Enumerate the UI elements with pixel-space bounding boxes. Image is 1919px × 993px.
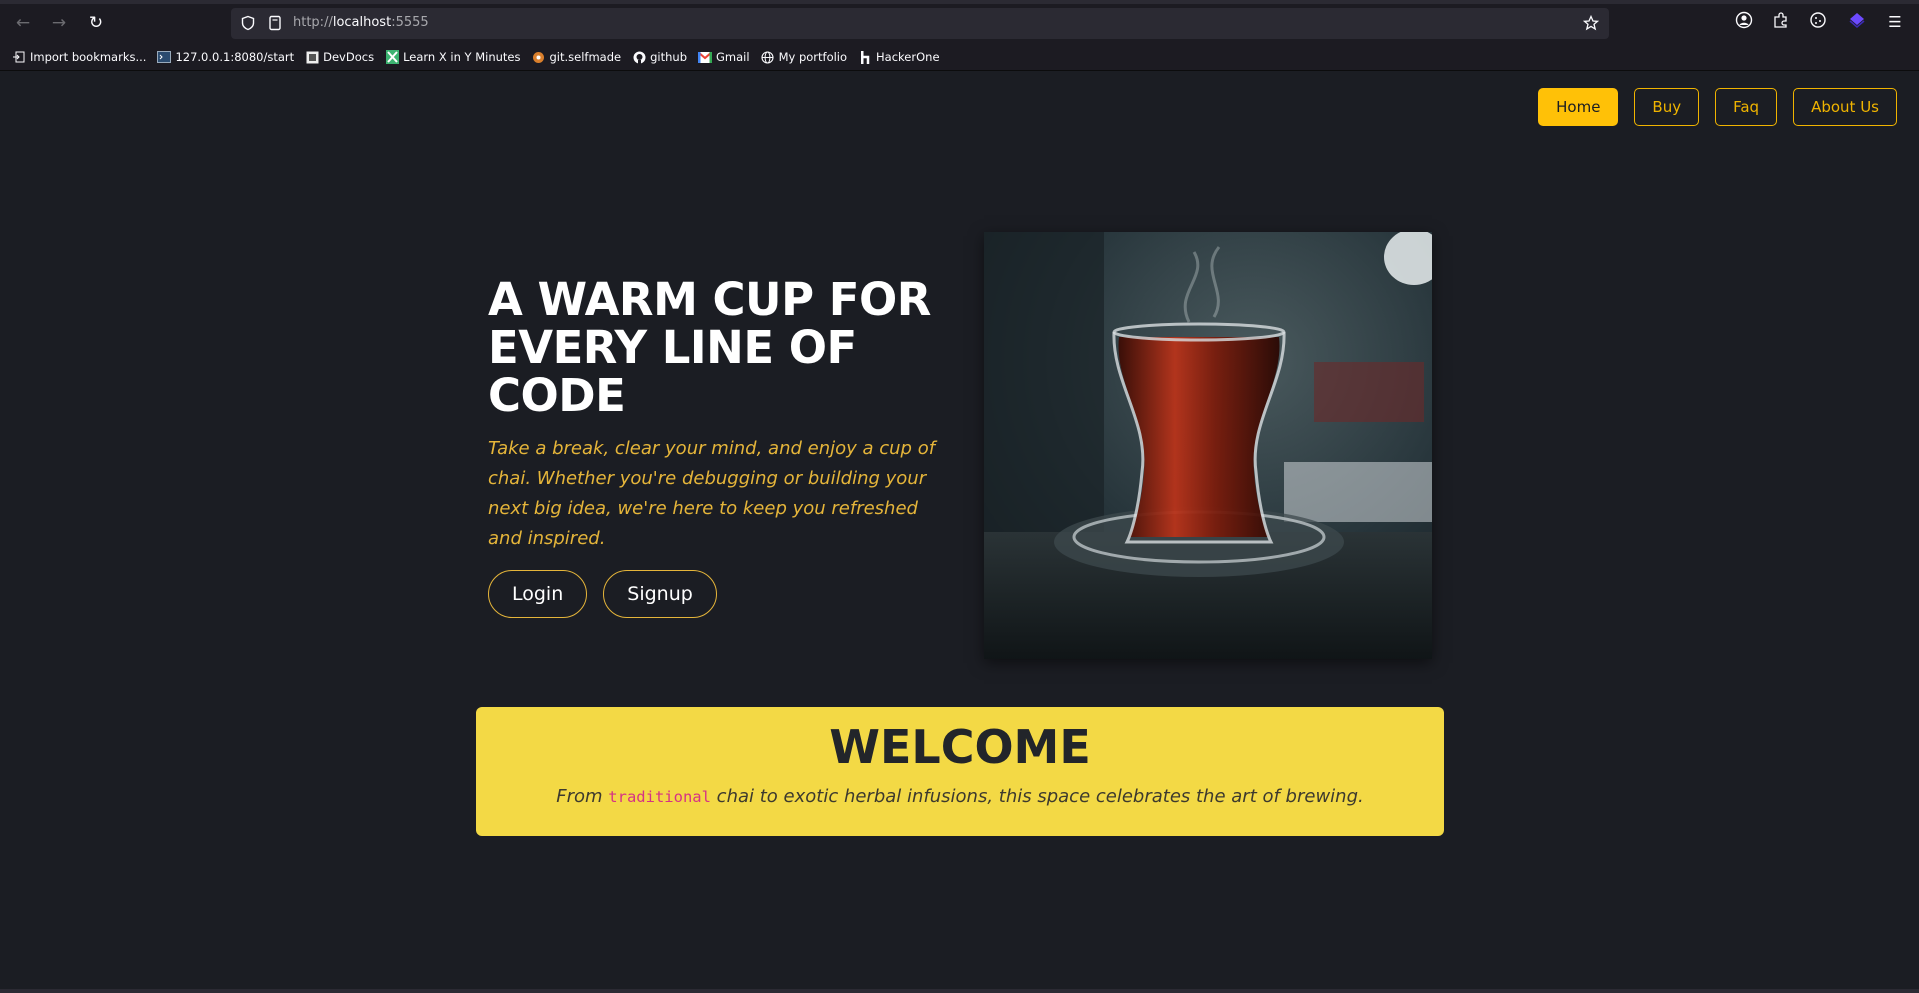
account-icon[interactable]	[1733, 11, 1755, 33]
url-port: :5555	[391, 15, 429, 30]
import-icon	[12, 50, 26, 64]
github-icon	[632, 50, 646, 64]
globe-icon	[761, 50, 775, 64]
bookmark-label: Learn X in Y Minutes	[403, 50, 521, 64]
nav-about-button[interactable]: About Us	[1793, 88, 1897, 126]
bookmark-item[interactable]: My portfolio	[761, 50, 847, 64]
git-icon	[532, 50, 546, 64]
devdocs-icon	[305, 50, 319, 64]
welcome-card: WELCOME From traditional chai to exotic …	[476, 707, 1444, 836]
bookmark-label: HackerOne	[876, 50, 940, 64]
extensions-icon[interactable]	[1770, 11, 1792, 33]
bookmark-label: Import bookmarks...	[30, 50, 147, 64]
url-text[interactable]: http://localhost:5555	[293, 14, 429, 32]
bookmark-label: 127.0.0.1:8080/start	[175, 50, 295, 64]
bookmark-label: Gmail	[716, 50, 750, 64]
hero-subtitle: Take a break, clear your mind, and enjoy…	[488, 438, 936, 549]
bookmark-item[interactable]: HackerOne	[858, 50, 940, 64]
bookmark-label: My portfolio	[778, 50, 848, 64]
bookmark-item[interactable]: 127.0.0.1:8080/start	[157, 50, 294, 64]
hero-title: A WARM CUP FOR EVERY LINE OF CODE	[488, 273, 931, 422]
bookmark-label: DevDocs	[323, 50, 375, 64]
welcome-text: From traditional chai to exotic herbal i…	[476, 785, 1444, 809]
nav-faq-button[interactable]: Faq	[1715, 88, 1778, 126]
nav-home-button[interactable]: Home	[1538, 88, 1619, 126]
cookie-icon[interactable]	[1807, 11, 1829, 33]
menu-icon[interactable]: ☰	[1884, 11, 1906, 33]
browser-chrome: ← → ↻ http://localhost:5555 ☰ Import boo…	[0, 0, 1919, 71]
welcome-title: WELCOME	[829, 720, 1091, 774]
hero-buttons: Login Signup	[488, 570, 717, 618]
bookmark-item[interactable]: git.selfmade	[532, 50, 622, 64]
shield-icon[interactable]	[240, 15, 256, 31]
nav-buy-button[interactable]: Buy	[1634, 88, 1700, 126]
bookmark-star-icon[interactable]	[1582, 14, 1600, 31]
page-icon[interactable]	[267, 15, 283, 31]
bookmark-item[interactable]: Gmail	[698, 50, 750, 64]
gmail-icon	[698, 50, 712, 64]
welcome-text-before: From	[556, 786, 609, 807]
tea-glass-image	[984, 232, 1432, 659]
welcome-code-word: traditional	[608, 788, 711, 806]
url-scheme: http://	[293, 15, 333, 30]
url-host: localhost	[332, 15, 392, 30]
forward-arrow-icon[interactable]: →	[48, 12, 70, 34]
back-arrow-icon[interactable]: ←	[12, 12, 34, 34]
tab-strip	[0, 0, 1919, 4]
bookmark-item[interactable]: Import bookmarks...	[12, 50, 146, 64]
terminal-icon	[157, 50, 172, 64]
hackerone-icon	[858, 50, 872, 64]
url-bar[interactable]: http://localhost:5555	[231, 8, 1609, 39]
bookmark-label: github	[650, 50, 687, 64]
site-nav: Home Buy Faq About Us	[1538, 88, 1897, 126]
login-button[interactable]: Login	[488, 570, 588, 618]
proton-extension-icon[interactable]	[1846, 11, 1868, 33]
x-icon	[385, 50, 399, 64]
bookmark-label: git.selfmade	[549, 50, 622, 64]
reload-icon[interactable]: ↻	[85, 12, 107, 34]
bookmark-item[interactable]: github	[632, 50, 687, 64]
signup-button[interactable]: Signup	[603, 570, 717, 618]
bookmark-item[interactable]: DevDocs	[305, 50, 374, 64]
bookmark-item[interactable]: Learn X in Y Minutes	[385, 50, 521, 64]
window-bottom-edge	[0, 989, 1919, 993]
welcome-text-after: chai to exotic herbal infusions, this sp…	[710, 786, 1364, 807]
bookmarks-bar: Import bookmarks... 127.0.0.1:8080/start…	[0, 47, 951, 67]
